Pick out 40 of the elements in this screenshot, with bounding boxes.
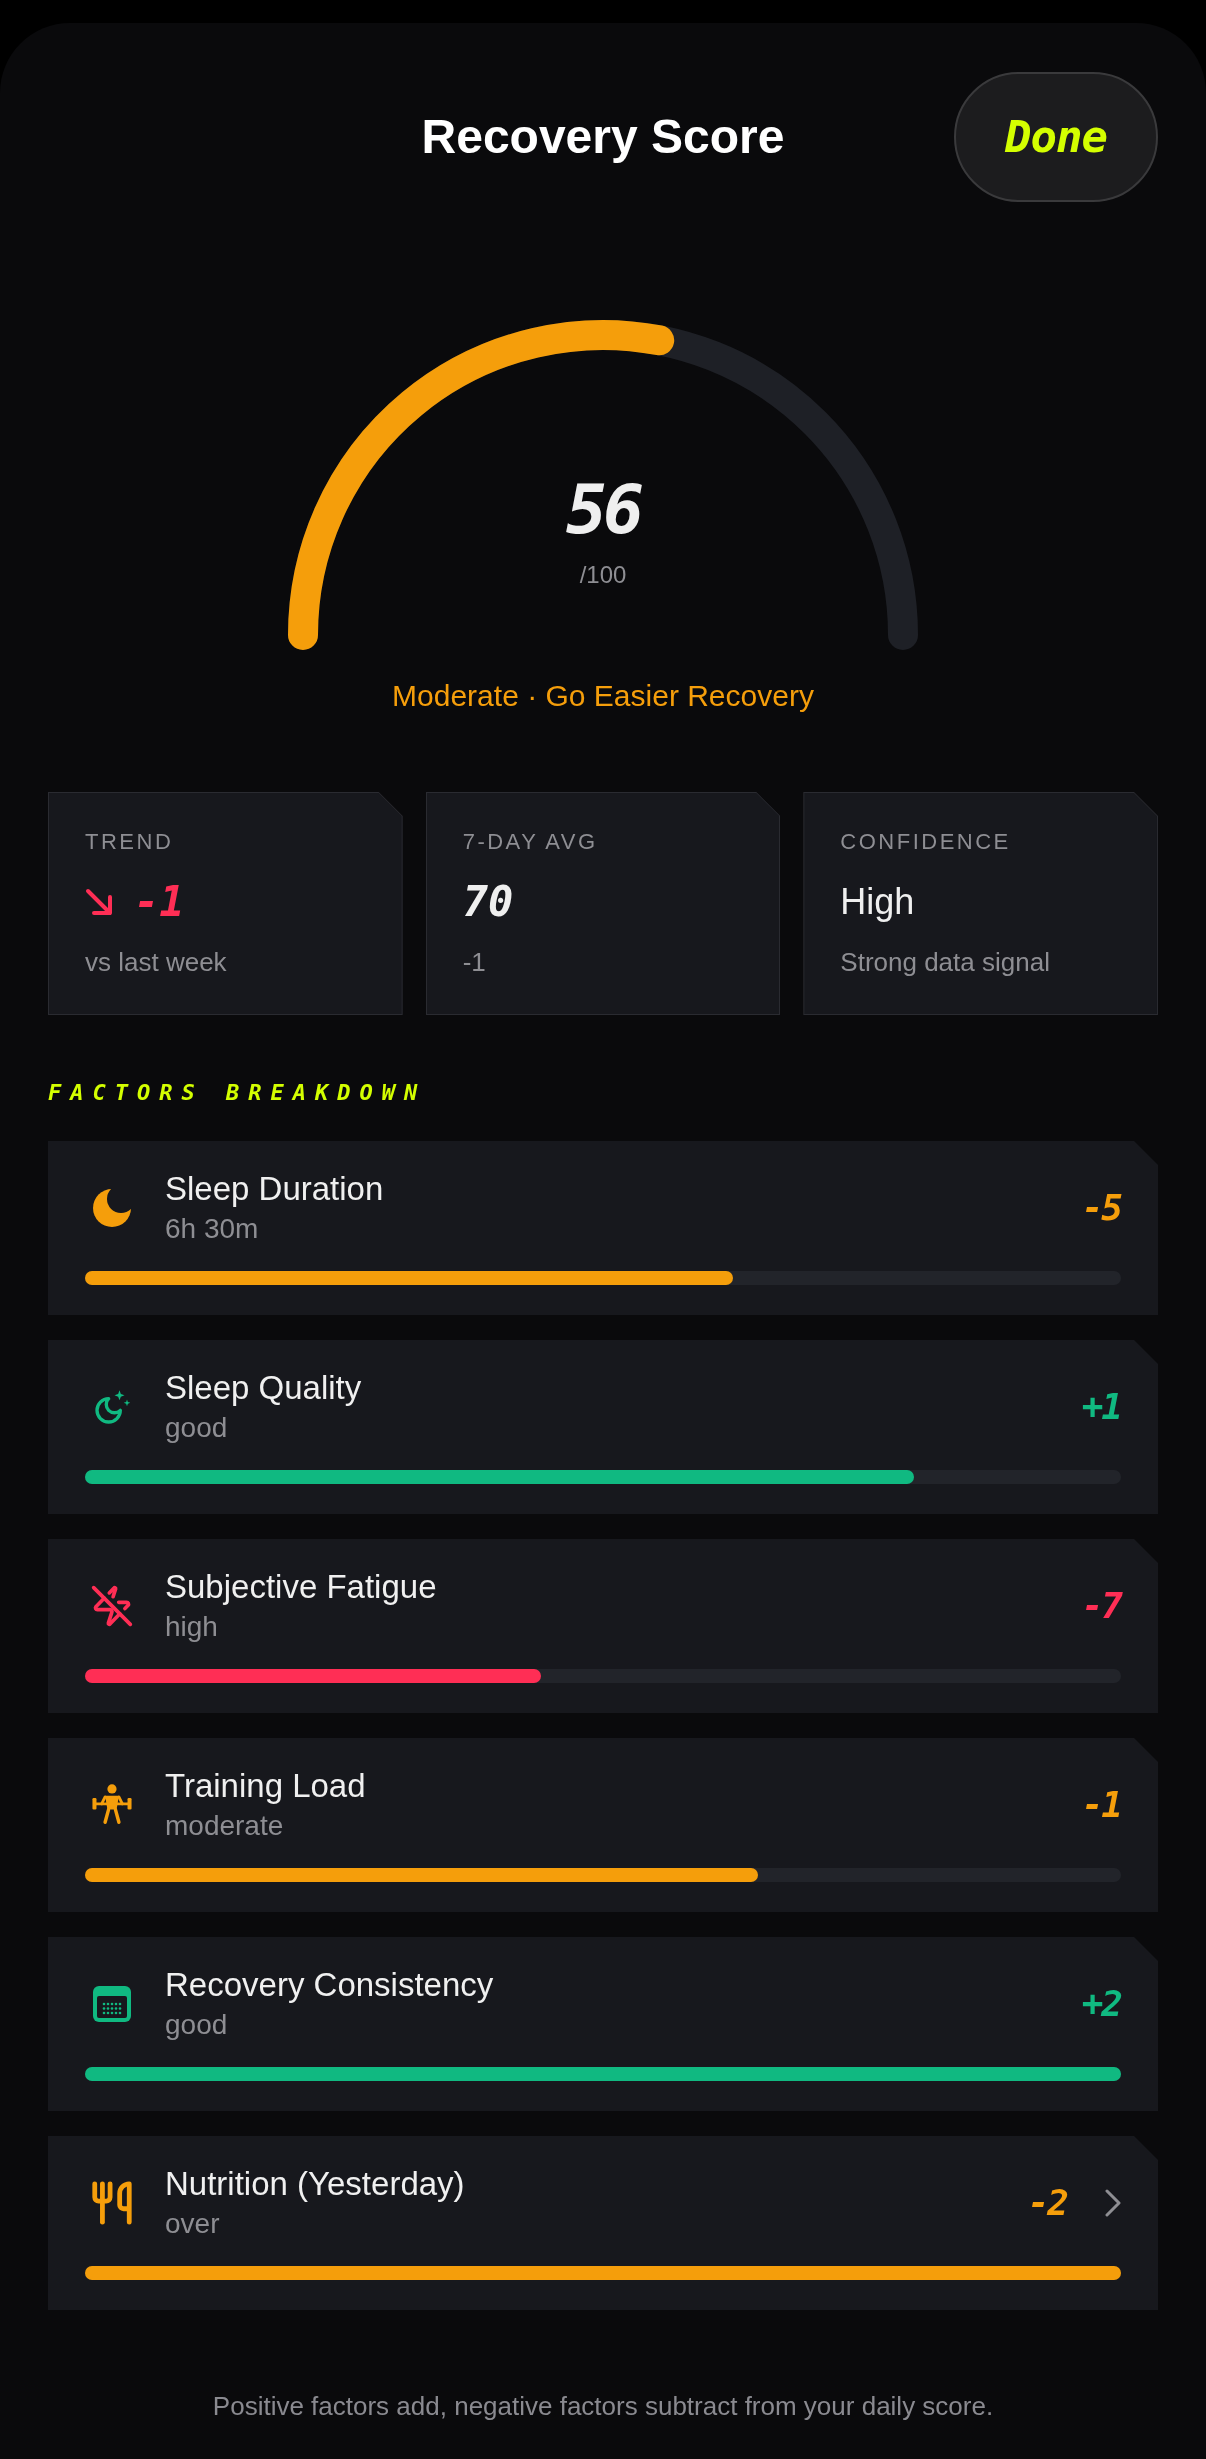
crescent-moon-icon <box>92 1188 132 1228</box>
factor-name: Sleep Duration <box>165 1171 384 1207</box>
score-value: 56 <box>566 476 640 544</box>
factor-detail: good <box>165 2009 228 2041</box>
stat-value: High <box>840 880 915 924</box>
factor-card[interactable]: Nutrition (Yesterday) over -2 <box>48 2136 1158 2310</box>
impact-value: +2 <box>1081 1984 1121 2024</box>
stat-label: 7-DAY AVG <box>462 829 598 855</box>
stat-caption: Strong data signal <box>840 947 1050 977</box>
stat-value: -1 <box>134 878 185 926</box>
stat-value: 70 <box>462 878 514 926</box>
impact-value: -1 <box>1081 1785 1121 1825</box>
lightning-off-icon <box>90 1584 134 1628</box>
screen-title: Recovery Score <box>421 109 785 165</box>
factor-name: Sleep Quality <box>165 1370 362 1406</box>
factor-name: Subjective Fatigue <box>165 1569 437 1605</box>
factor-name: Recovery Consistency <box>165 1967 494 2003</box>
fork-knife-icon <box>89 2180 135 2226</box>
recovery-status: Moderate · Go Easier Recovery <box>392 678 814 713</box>
factor-name: Training Load <box>165 1768 366 1804</box>
factor-detail: good <box>165 1412 228 1444</box>
factor-detail: high <box>165 1611 218 1643</box>
factor-detail: 6h 30m <box>165 1213 259 1245</box>
stat-label: TREND <box>85 829 174 855</box>
factor-detail: moderate <box>165 1810 284 1842</box>
done-button[interactable]: Done <box>954 72 1158 202</box>
impact-value: -7 <box>1081 1586 1121 1626</box>
impact-value: -5 <box>1081 1188 1121 1228</box>
footnote: Positive factors add, negative factors subtract from your daily score. <box>212 2391 994 2421</box>
score-max: /100 <box>579 561 627 589</box>
stat-caption: vs last week <box>85 947 227 977</box>
stat-caption: -1 <box>462 947 486 977</box>
impact-value: -2 <box>1027 2183 1067 2223</box>
factor-detail: over <box>165 2208 220 2240</box>
stat-label: CONFIDENCE <box>840 829 1011 855</box>
section-heading: FACTORS BREAKDOWN <box>48 1080 427 1106</box>
moon-sparkles-icon <box>92 1387 132 1427</box>
impact-value: +1 <box>1081 1387 1121 1427</box>
factor-name: Nutrition (Yesterday) <box>165 2166 465 2202</box>
calendar-icon <box>92 1985 132 2023</box>
